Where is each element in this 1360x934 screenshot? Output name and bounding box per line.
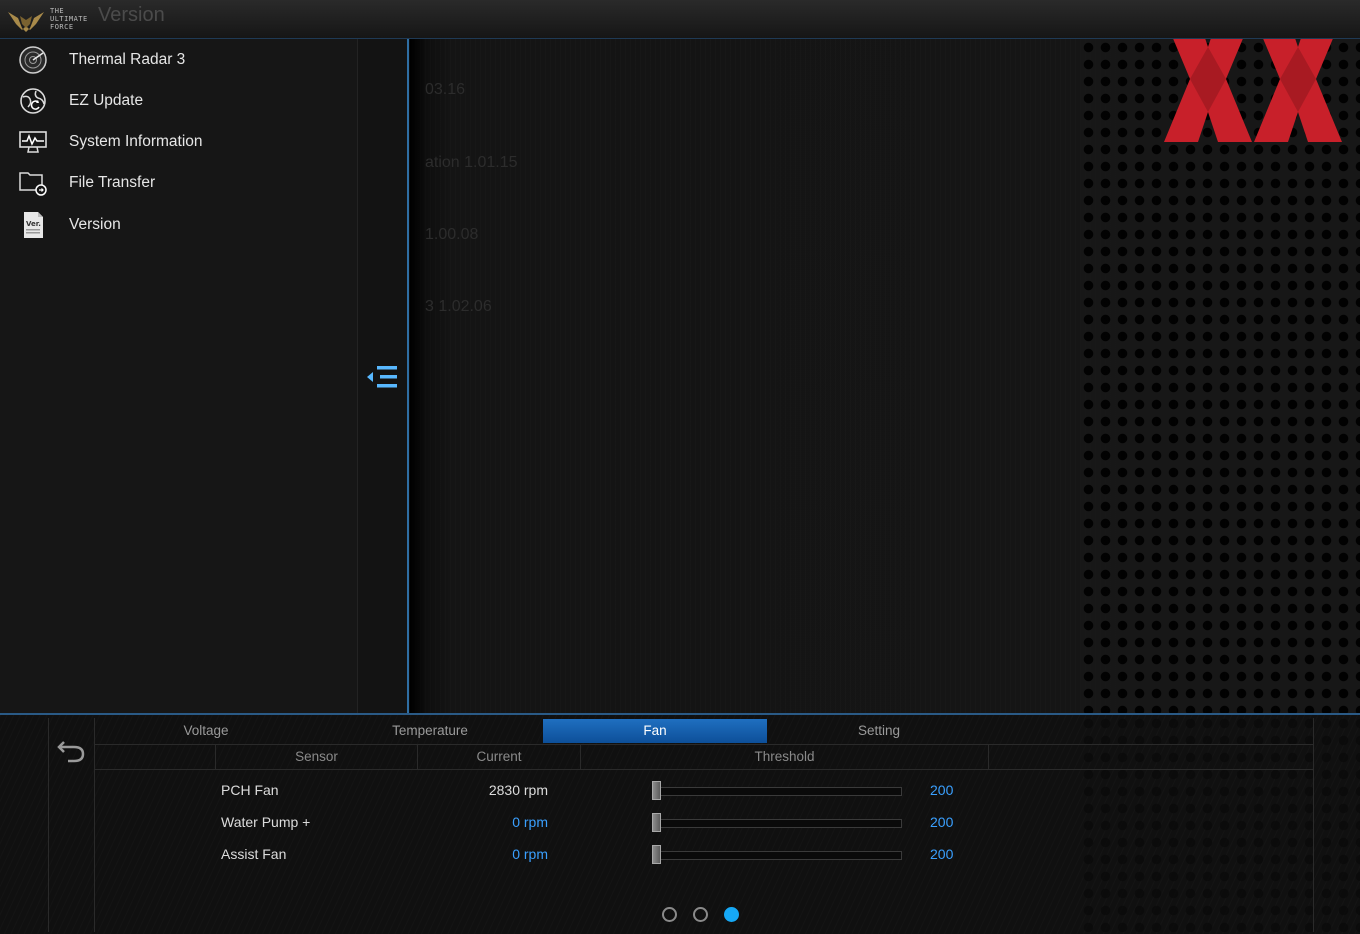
sidebar-item-label: Thermal Radar 3: [69, 51, 186, 68]
ghost-version-line: 1.00.08: [425, 226, 479, 243]
radar-icon: [19, 46, 47, 74]
version-document-icon: Ver.: [24, 212, 43, 238]
page-indicator: [662, 907, 752, 927]
sensor-name: Water Pump +: [221, 814, 311, 830]
threshold-value: 200: [930, 814, 954, 830]
tab-setting[interactable]: Setting: [767, 719, 991, 743]
monitor-panel: Voltage Temperature Fan Setting Sensor C…: [0, 713, 1360, 934]
page-dot[interactable]: [662, 907, 677, 922]
slider-handle[interactable]: [652, 845, 661, 864]
threshold-slider[interactable]: [654, 851, 902, 860]
table-row: PCH Fan 2830 rpm 200: [94, 774, 1313, 806]
ghost-version-line: 03.16: [425, 81, 466, 98]
tab-temperature[interactable]: Temperature: [318, 719, 542, 743]
sensor-name: Assist Fan: [221, 846, 287, 862]
sidebar-item-thermal-radar[interactable]: Thermal Radar 3: [0, 40, 357, 80]
logo-text: THE ULTIMATE FORCE: [50, 7, 90, 31]
column-header-sensor: Sensor: [215, 745, 417, 769]
sidebar-item-version[interactable]: Ver. Version: [0, 205, 357, 245]
back-arrow-icon[interactable]: [56, 736, 88, 766]
window-title: Version: [98, 4, 165, 26]
collapse-menu-icon[interactable]: [363, 361, 403, 393]
sidebar-collapse-column: [358, 39, 409, 713]
monitor-tabs: Voltage Temperature Fan Setting: [94, 718, 1313, 745]
sidebar-item-label: File Transfer: [69, 174, 156, 191]
logo-text-line: THE: [50, 7, 65, 15]
threshold-slider[interactable]: [654, 787, 902, 796]
main-content: 03.16 ation 1.01.15 1.00.08 3 1.02.06: [410, 39, 1360, 713]
sidebar-item-system-information[interactable]: System Information: [0, 122, 357, 162]
main-edge-shadow: [410, 39, 426, 713]
sidebar-item-label: Version: [69, 216, 121, 233]
monitor-info-icon: [19, 131, 47, 153]
sidebar-item-label: EZ Update: [69, 92, 144, 109]
fan-table-header: Sensor Current Threshold: [94, 745, 1313, 770]
threshold-slider[interactable]: [654, 819, 902, 828]
slider-handle[interactable]: [652, 781, 661, 800]
title-bar: THE ULTIMATE FORCE Version: [0, 0, 1360, 39]
ghost-version-line: 3 1.02.06: [425, 298, 492, 315]
logo-text-line: FORCE: [50, 23, 74, 31]
threshold-value: 200: [930, 782, 954, 798]
sensor-name: PCH Fan: [221, 782, 279, 798]
tab-voltage[interactable]: Voltage: [94, 719, 318, 743]
current-value: 0 rpm: [512, 814, 548, 830]
watermark-logo-icon: [1164, 39, 1342, 142]
column-header-current: Current: [417, 745, 580, 769]
threshold-value: 200: [930, 846, 954, 862]
current-value: 0 rpm: [512, 846, 548, 862]
tuf-logo-icon: [8, 12, 44, 32]
sidebar-item-file-transfer[interactable]: File Transfer: [0, 163, 357, 203]
column-header-threshold: Threshold: [580, 745, 989, 769]
version-icon-text: Ver.: [26, 220, 41, 228]
table-row: Assist Fan 0 rpm 200: [94, 838, 1313, 870]
sidebar-item-label: System Information: [69, 133, 203, 150]
file-transfer-icon: [19, 172, 47, 196]
sidebar: Thermal Radar 3 EZ Update System Informa…: [0, 39, 358, 713]
back-column: [48, 718, 95, 932]
tab-fan[interactable]: Fan: [543, 719, 767, 743]
sidebar-item-ez-update[interactable]: EZ Update: [0, 81, 357, 121]
table-row: Water Pump + 0 rpm 200: [94, 806, 1313, 838]
monitor-content: Voltage Temperature Fan Setting Sensor C…: [94, 718, 1314, 932]
page-dot-active[interactable]: [724, 907, 739, 922]
globe-update-icon: [20, 88, 46, 114]
logo-text-line: ULTIMATE: [50, 15, 88, 23]
current-value: 2830 rpm: [488, 782, 548, 798]
ghost-version-line: ation 1.01.15: [425, 154, 518, 171]
page-dot[interactable]: [693, 907, 708, 922]
slider-handle[interactable]: [652, 813, 661, 832]
